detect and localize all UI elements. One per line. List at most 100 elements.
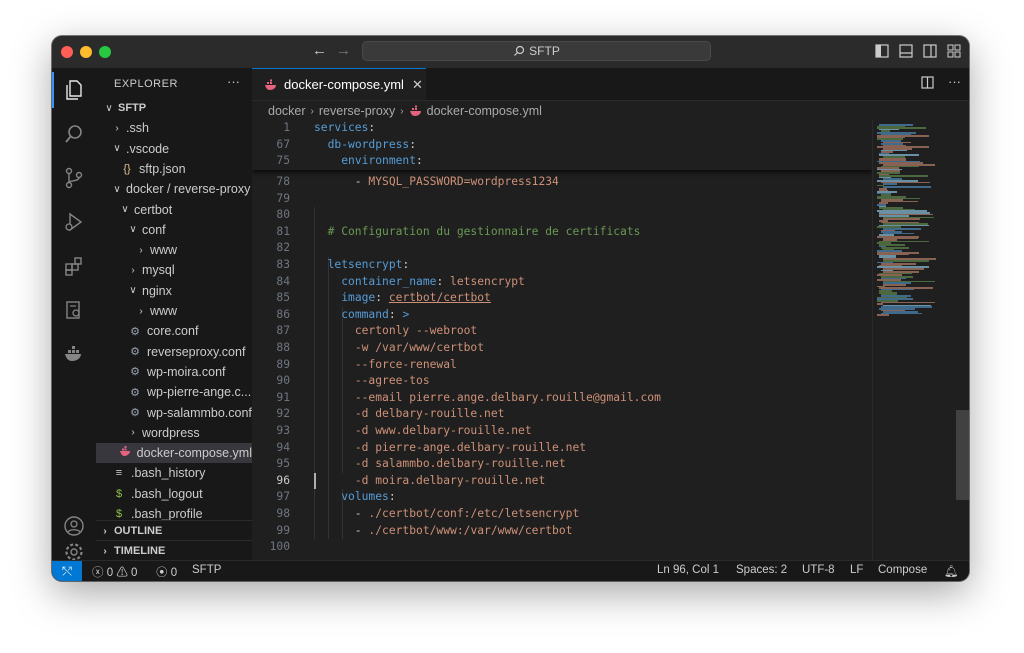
tree-item[interactable]: ⚙ core.conf <box>96 321 252 341</box>
timeline-label: TIMELINE <box>114 545 166 557</box>
tree-item-label: wp-pierre-ange.c... <box>147 385 252 400</box>
remote-explorer-icon[interactable] <box>52 292 96 328</box>
split-editor-icon[interactable] <box>921 76 934 92</box>
code-line[interactable]: -w /var/www/certbot <box>314 340 484 357</box>
code-line[interactable]: -d www.delbary-rouille.net <box>314 423 532 440</box>
run-debug-icon[interactable] <box>52 204 96 240</box>
encoding[interactable]: UTF-8 <box>802 564 835 576</box>
line-number: 93 <box>276 424 290 437</box>
vertical-scrollbar[interactable] <box>956 120 969 560</box>
tree-item[interactable]: ∨ certbot <box>96 200 252 220</box>
close-tab-icon[interactable]: ✕ <box>412 77 423 93</box>
tree-item-label: www <box>150 304 178 318</box>
minimize-window-button[interactable] <box>80 46 92 58</box>
code-line[interactable]: container_name: letsencrypt <box>314 274 525 291</box>
gear-file-icon: ⚙ <box>130 325 140 338</box>
breadcrumb-item[interactable]: reverse-proxy <box>319 104 395 118</box>
tree-item[interactable]: $ .bash_logout <box>96 484 252 504</box>
tree-item[interactable]: docker-compose.yml <box>96 443 252 464</box>
language-mode[interactable]: Compose <box>878 564 927 576</box>
sticky-code-line[interactable]: db-wordpress: <box>314 137 416 154</box>
docker-icon[interactable] <box>52 336 96 372</box>
vertical-scroll-thumb[interactable] <box>956 410 969 500</box>
tree-item[interactable]: ∨ docker / reverse-proxy <box>96 179 252 199</box>
minimap[interactable] <box>872 120 957 560</box>
maximize-window-button[interactable] <box>99 46 111 58</box>
ports-indicator[interactable]: ⦿ 0 <box>156 564 177 580</box>
tree-item[interactable]: ⚙ wp-salammbo.conf <box>96 403 252 423</box>
line-number: 99 <box>276 523 290 537</box>
title-bar: ← → SFTP <box>52 36 969 69</box>
code-editor[interactable]: 78 - MYSQL_PASSWORD=wordpress1234 79 80 81 … <box>252 120 872 560</box>
extensions-icon[interactable] <box>52 248 96 284</box>
code-line[interactable]: --force-renewal <box>314 357 457 374</box>
tree-item-label: .ssh <box>126 121 149 136</box>
tree-item[interactable]: ∨ conf <box>96 220 252 240</box>
code-line[interactable]: --email pierre.ange.delbary.rouille@gmai… <box>314 390 661 407</box>
sticky-code-line[interactable]: environment: <box>314 153 423 170</box>
tree-item[interactable]: ⚙ wp-moira.conf <box>96 362 252 382</box>
back-arrow-icon[interactable]: ← <box>312 42 327 59</box>
outline-section[interactable]: › OUTLINE <box>96 520 252 541</box>
code-line[interactable]: letsencrypt: <box>314 257 410 274</box>
tree-item[interactable]: ≡ .bash_history <box>96 463 252 483</box>
sftp-status[interactable]: SFTP <box>192 564 221 576</box>
breadcrumb-item[interactable]: docker <box>268 104 306 118</box>
code-line[interactable]: # Configuration du gestionnaire de certi… <box>314 224 641 241</box>
text-cursor <box>314 472 316 490</box>
tree-item[interactable]: ⚙ reverseproxy.conf <box>96 342 252 362</box>
sticky-code-line[interactable]: services: <box>314 120 375 137</box>
code-line[interactable]: command: > <box>314 307 409 324</box>
timeline-section[interactable]: › TIMELINE <box>96 540 252 560</box>
tree-item[interactable]: ∨ nginx <box>96 281 252 301</box>
tree-item[interactable]: › .ssh <box>96 118 252 138</box>
source-control-icon[interactable] <box>52 160 96 196</box>
toggle-primary-sidebar-icon[interactable] <box>875 44 889 58</box>
line-number: 75 <box>276 154 290 168</box>
code-line[interactable]: -d moira.delbary-rouille.net <box>314 473 545 490</box>
problems-indicator[interactable]: ⓧ 0 ⚠ 0 <box>92 564 137 580</box>
tree-item-label: conf <box>142 222 166 237</box>
explorer-sidebar: EXPLORER ··· ∨ SFTP › .ssh ∨ .vscode {} sftp.js… <box>96 68 253 560</box>
tree-item[interactable]: › www <box>96 301 252 321</box>
chevron-right-icon: › <box>103 525 107 537</box>
tree-item[interactable]: {} sftp.json <box>96 159 252 179</box>
breadcrumb-item[interactable]: docker-compose.yml <box>427 104 542 118</box>
code-line[interactable]: image: certbot/certbot <box>314 290 491 307</box>
command-center-search[interactable]: SFTP <box>362 41 711 61</box>
remote-indicator-icon[interactable]: ⤲ <box>52 561 82 581</box>
code-line[interactable]: --agree-tos <box>314 373 430 390</box>
code-line[interactable]: -d delbary-rouille.net <box>314 406 505 423</box>
tree-item[interactable]: ∨ SFTP <box>96 98 252 118</box>
gear-file-icon: ⚙ <box>130 386 140 399</box>
editor-more-actions-icon[interactable]: ··· <box>948 75 961 92</box>
cursor-position[interactable]: Ln 96, Col 1 <box>657 564 719 576</box>
tree-item-label: sftp.json <box>139 161 186 176</box>
toggle-panel-icon[interactable] <box>899 44 913 58</box>
end-of-line[interactable]: LF <box>850 564 863 576</box>
customize-layout-icon[interactable] <box>947 44 961 58</box>
toggle-secondary-sidebar-icon[interactable] <box>923 44 937 58</box>
sticky-scroll-header[interactable]: 1 services: 67 db-wordpress: 75 environment… <box>252 120 872 170</box>
line-number: 86 <box>276 307 290 321</box>
code-line[interactable]: volumes: <box>314 489 395 506</box>
explorer-icon[interactable] <box>52 72 96 108</box>
tree-item[interactable]: ⚙ wp-pierre-ange.c... <box>96 382 252 402</box>
tree-item[interactable]: › wordpress <box>96 423 252 443</box>
more-actions-icon[interactable]: ··· <box>227 74 240 89</box>
close-window-button[interactable] <box>61 46 73 58</box>
tab-docker-compose[interactable]: docker-compose.yml ✕ <box>252 68 426 100</box>
tree-item[interactable]: › mysql <box>96 260 252 280</box>
search-icon[interactable] <box>52 116 96 152</box>
notifications-bell-icon[interactable]: 🔔︎ <box>944 564 959 578</box>
tree-item[interactable]: ∨ .vscode <box>96 139 252 159</box>
code-line[interactable]: -d pierre-ange.delbary-rouille.net <box>314 440 586 457</box>
code-line[interactable]: - ./certbot/conf:/etc/letsencrypt <box>314 506 579 523</box>
forward-arrow-icon[interactable]: → <box>336 42 351 59</box>
code-line[interactable]: - MYSQL_PASSWORD=wordpress1234 <box>314 174 559 191</box>
code-line[interactable]: -d salammbo.delbary-rouille.net <box>314 456 566 473</box>
code-line[interactable]: certonly --webroot <box>314 323 477 340</box>
tree-item[interactable]: › www <box>96 240 252 260</box>
code-line[interactable]: - ./certbot/www:/var/www/certbot <box>314 523 573 540</box>
indentation[interactable]: Spaces: 2 <box>736 564 787 576</box>
